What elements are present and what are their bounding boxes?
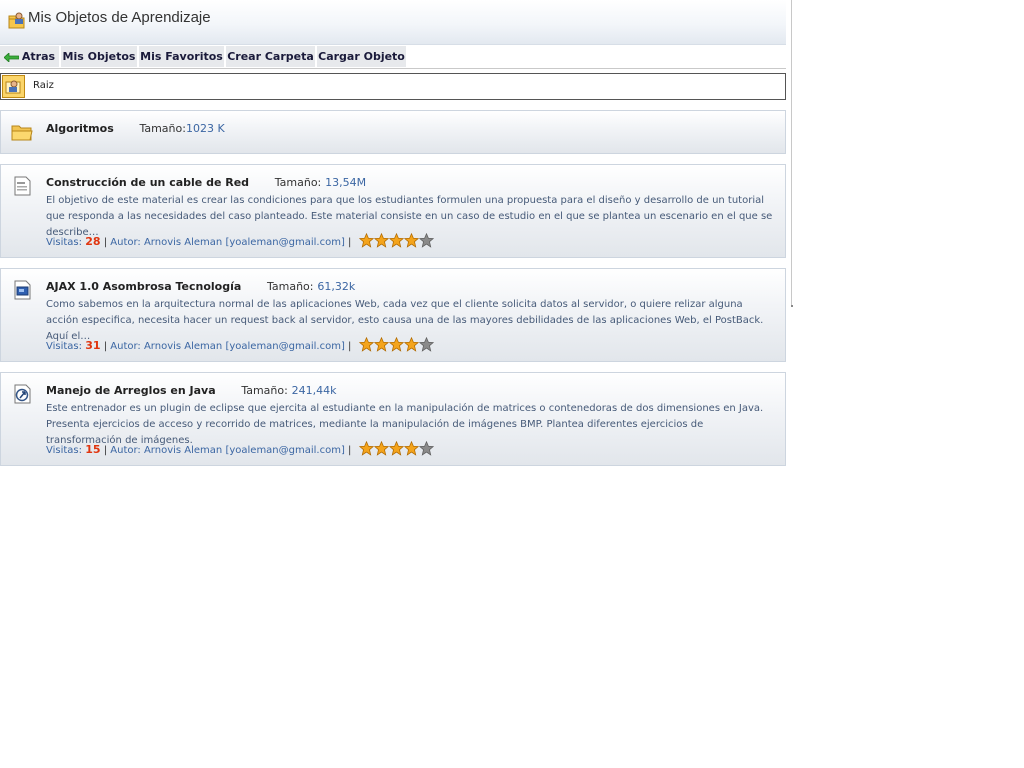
item-meta: Visitas: 15 | Autor: Arnovis Aleman [yoa… — [46, 441, 434, 459]
folder-size-label: Tamaño: — [139, 122, 186, 135]
panel-divider-tick — [791, 305, 793, 307]
visits-label: Visitas: — [46, 341, 83, 352]
back-button-label: Atras — [21, 50, 56, 63]
star-filled-icon[interactable] — [403, 441, 419, 456]
star-filled-icon[interactable] — [388, 441, 404, 456]
item-title-line[interactable]: Construcción de un cable de Red Tamaño: … — [46, 176, 366, 189]
item-meta: Visitas: 31 | Autor: Arnovis Aleman [yoa… — [46, 337, 434, 355]
list-item[interactable]: Construcción de un cable de Red Tamaño: … — [0, 164, 786, 258]
toolbar-divider — [0, 68, 786, 69]
page-header: Mis Objetos de Aprendizaje — [0, 0, 786, 45]
visits-count: 15 — [85, 443, 101, 456]
panel-divider — [791, 0, 792, 305]
item-size: 13,54M — [325, 176, 367, 189]
my-favorites-button[interactable]: Mis Favoritos — [139, 46, 226, 67]
star-filled-icon[interactable] — [358, 441, 374, 456]
author-link[interactable]: Autor: Arnovis Aleman [yoaleman@gmail.co… — [110, 237, 345, 248]
star-filled-icon[interactable] — [403, 233, 419, 248]
item-size-label: Tamaño: — [274, 176, 322, 189]
back-button[interactable]: Atras — [0, 46, 61, 67]
item-title-line[interactable]: Manejo de Arreglos en Java Tamaño: 241,4… — [46, 384, 337, 397]
root-folder-icon — [2, 75, 25, 98]
my-objects-button[interactable]: Mis Objetos — [61, 46, 139, 67]
item-title: Manejo de Arreglos en Java — [46, 384, 216, 397]
star-filled-icon[interactable] — [373, 337, 389, 352]
item-meta: Visitas: 28 | Autor: Arnovis Aleman [yoa… — [46, 233, 434, 251]
user-folder-icon — [8, 12, 25, 29]
item-size-label: Tamaño: — [266, 280, 314, 293]
folder-title[interactable]: Algoritmos Tamaño:1023 K — [46, 122, 225, 135]
folder-icon — [11, 125, 33, 141]
star-filled-icon[interactable] — [388, 337, 404, 352]
star-empty-icon[interactable] — [418, 233, 434, 248]
star-filled-icon[interactable] — [388, 233, 404, 248]
star-empty-icon[interactable] — [418, 441, 434, 456]
presentation-icon — [14, 280, 31, 300]
folder-size: 1023 K — [185, 122, 225, 135]
item-title-line[interactable]: AJAX 1.0 Asombrosa Tecnología Tamaño: 61… — [46, 280, 355, 293]
list-item[interactable]: AJAX 1.0 Asombrosa Tecnología Tamaño: 61… — [0, 268, 786, 362]
toolbar: Atras Mis Objetos Mis Favoritos Crear Ca… — [0, 46, 786, 68]
folder-row[interactable]: Algoritmos Tamaño:1023 K — [0, 110, 786, 154]
item-title: AJAX 1.0 Asombrosa Tecnología — [46, 280, 242, 293]
rating-stars[interactable] — [358, 337, 434, 355]
item-size: 61,32k — [317, 280, 356, 293]
star-empty-icon[interactable] — [418, 337, 434, 352]
author-link[interactable]: Autor: Arnovis Aleman [yoaleman@gmail.co… — [110, 341, 345, 352]
item-title: Construcción de un cable de Red — [46, 176, 250, 189]
upload-object-button[interactable]: Cargar Objeto — [317, 46, 408, 67]
create-folder-button[interactable]: Crear Carpeta — [226, 46, 317, 67]
visits-count: 31 — [85, 339, 101, 352]
rating-stars[interactable] — [358, 233, 434, 251]
star-filled-icon[interactable] — [358, 233, 374, 248]
star-filled-icon[interactable] — [373, 233, 389, 248]
breadcrumb-label: Raiz — [33, 80, 54, 91]
list-item[interactable]: Manejo de Arreglos en Java Tamaño: 241,4… — [0, 372, 786, 466]
star-filled-icon[interactable] — [358, 337, 374, 352]
visits-label: Visitas: — [46, 237, 83, 248]
item-size-label: Tamaño: — [241, 384, 288, 397]
star-filled-icon[interactable] — [403, 337, 419, 352]
item-size: 241,44k — [291, 384, 337, 397]
star-filled-icon[interactable] — [373, 441, 389, 456]
visits-count: 28 — [85, 235, 101, 248]
visits-label: Visitas: — [46, 445, 83, 456]
document-icon — [14, 176, 31, 196]
shortcut-icon — [14, 384, 31, 404]
page-title: Mis Objetos de Aprendizaje — [28, 9, 211, 26]
author-link[interactable]: Autor: Arnovis Aleman [yoaleman@gmail.co… — [110, 445, 345, 456]
folder-name: Algoritmos — [46, 122, 114, 135]
rating-stars[interactable] — [358, 441, 434, 459]
breadcrumb[interactable]: Raiz — [0, 73, 786, 100]
back-arrow-icon — [3, 52, 19, 62]
